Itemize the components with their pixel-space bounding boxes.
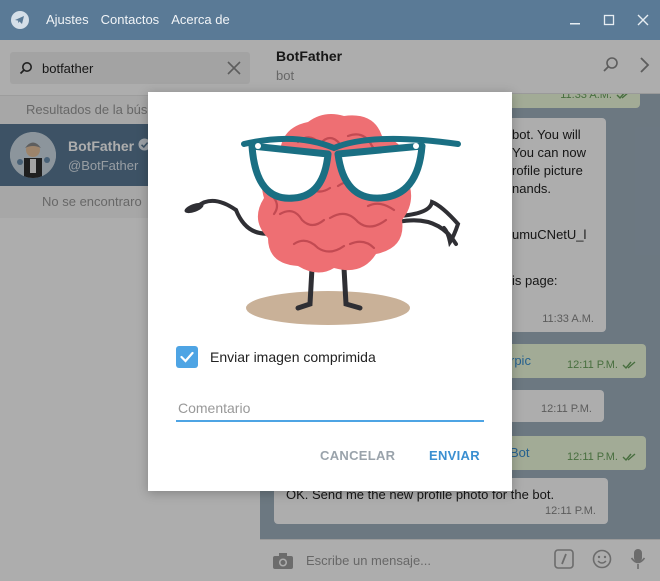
telegram-logo-icon: [0, 0, 40, 40]
menu-contacts[interactable]: Contactos: [95, 0, 166, 40]
send-photo-dialog: Enviar imagen comprimida Comentario CANC…: [148, 92, 512, 491]
window-controls: [558, 0, 660, 40]
main-menu: Ajustes Contactos Acerca de: [40, 0, 236, 40]
compress-image-option[interactable]: Enviar imagen comprimida: [176, 346, 376, 368]
image-preview: [168, 102, 492, 332]
maximize-button[interactable]: [592, 0, 626, 40]
compress-checkbox[interactable]: [176, 346, 198, 368]
menu-settings[interactable]: Ajustes: [40, 0, 95, 40]
compress-label[interactable]: Enviar imagen comprimida: [210, 349, 376, 365]
cancel-button[interactable]: CANCELAR: [320, 448, 395, 463]
comment-input[interactable]: Comentario: [176, 392, 484, 422]
minimize-button[interactable]: [558, 0, 592, 40]
send-button[interactable]: ENVIAR: [429, 448, 480, 463]
title-bar: Ajustes Contactos Acerca de: [0, 0, 660, 40]
menu-about[interactable]: Acerca de: [165, 0, 236, 40]
close-button[interactable]: [626, 0, 660, 40]
